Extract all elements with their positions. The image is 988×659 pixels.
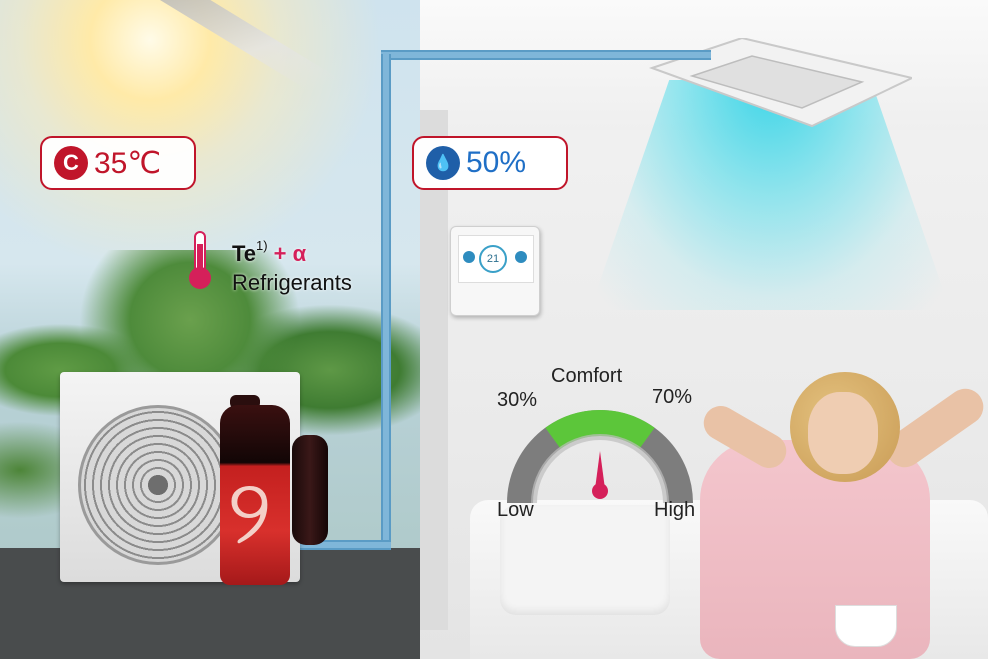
outdoor-temperature-value: 35℃ [94,146,162,180]
wall-controller: 21 [450,226,540,316]
indoor-humidity-value: 50% [466,146,527,179]
celsius-icon: C [54,146,88,180]
gauge-hub [592,483,608,499]
refrigerant-line-2: Refrigerants [232,269,352,295]
refrigerant-pipe-top [381,50,711,60]
water-drop-percent-icon: 💧 [426,146,460,180]
thermometer-icon [189,231,211,289]
footnote-marker: 1) [256,238,268,253]
coffee-cup [835,605,897,647]
controller-left-icon [463,251,475,263]
accumulator [292,435,328,545]
indoor-humidity-badge: 💧 50% [412,136,568,190]
scroll-swirl-icon: ୨ [227,460,272,565]
fan-hub [148,475,168,495]
comfort-gauge [507,410,693,504]
gauge-low-threshold: 30% [497,389,538,411]
controller-dial: 21 [479,245,507,273]
refrigerant-pipe-vertical [381,54,391,548]
controller-right-icon [515,251,527,263]
gauge-min-label: Low [497,499,534,521]
person-face [808,392,878,474]
refrigerant-line-1: Te1) + α [232,238,352,269]
gauge-high-threshold: 70% [652,386,693,408]
hvac-scene: ୨ C 35℃ 💧 50% Te1) + α Refrigerants 21 C… [0,0,988,659]
te-label: Te [232,241,257,266]
gauge-title: Comfort [551,365,623,387]
alpha-label: + α [273,241,307,266]
refrigerant-label: Te1) + α Refrigerants [232,238,352,297]
gauge-max-label: High [654,499,696,521]
outdoor-temperature-badge: C 35℃ [40,136,196,190]
